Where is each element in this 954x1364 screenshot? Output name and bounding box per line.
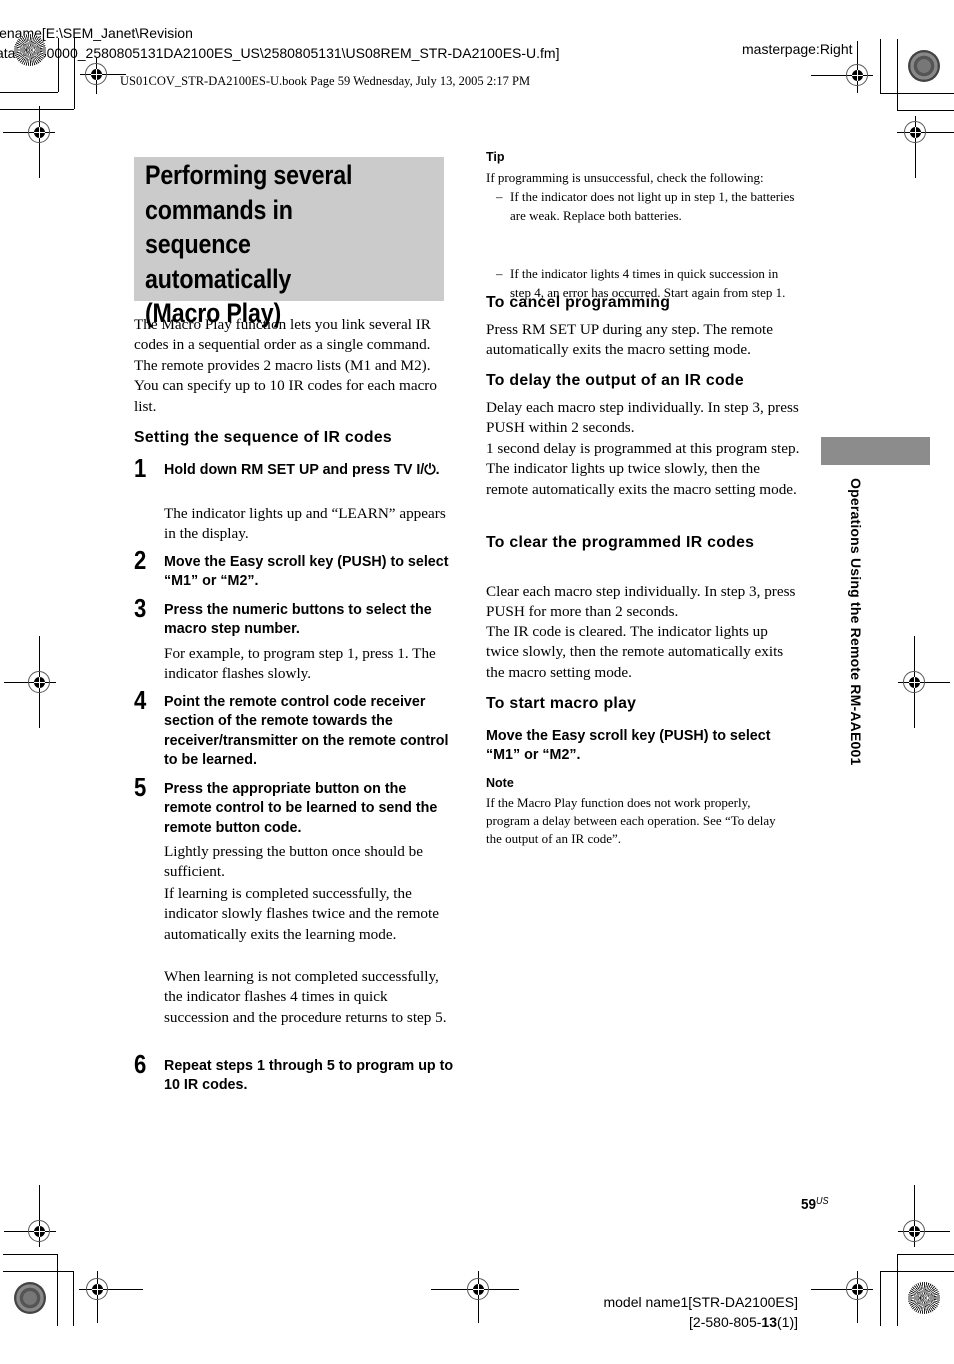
step-number: 6 (134, 1049, 147, 1079)
page-title: Performing several commands in sequence … (145, 158, 403, 331)
section-heading-delay: To delay the output of an IR code (486, 372, 744, 389)
step-instruction: Hold down RM SET UP and press TV I/⏻. (164, 462, 440, 478)
start-instruction: Move the Easy scroll key (PUSH) to selec… (486, 728, 771, 764)
delay-body-1: Delay each macro step individually. In s… (486, 399, 799, 437)
filename-meta: lename[E:\SEM_Janet\Revision ata\!905000… (0, 23, 560, 63)
intro-paragraph: The Macro Play function lets you link se… (134, 316, 437, 415)
tip-intro: If programming is unsuccessful, check th… (486, 170, 764, 185)
book-info: US01COV_STR-DA2100ES-U.book Page 59 Wedn… (120, 74, 531, 88)
filename-line-2: ata\!9050000_2580805131DA2100ES_US\25808… (0, 45, 560, 61)
tip-label: Tip (486, 150, 505, 164)
page-number-value: 59 (801, 1196, 817, 1213)
tip-item: – If the indicator does not light up in … (486, 187, 800, 225)
section-heading-start: To start macro play (486, 695, 637, 712)
section-heading-setting: Setting the sequence of IR codes (134, 429, 393, 446)
model-name: model name1[STR-DA2100ES] (603, 1294, 798, 1310)
color-target-icon (14, 34, 46, 66)
cancel-body: Press RM SET UP during any step. The rem… (486, 321, 773, 359)
tip-item-text: If the indicator does not light up in st… (510, 189, 795, 223)
step-instruction: Move the Easy scroll key (PUSH) to selec… (164, 554, 449, 590)
color-target-icon (908, 1282, 940, 1314)
clear-body-2: The IR code is cleared. The indicator li… (486, 623, 784, 681)
step-detail: Lightly pressing the button once should … (164, 843, 423, 881)
part-code-revision: 13 (761, 1314, 777, 1330)
step-instruction: Repeat steps 1 through 5 to program up t… (164, 1058, 454, 1094)
step-instruction: Press the numeric buttons to select the … (164, 602, 432, 638)
note-body: If the Macro Play function does not work… (486, 795, 776, 846)
dash-bullet: – (496, 266, 503, 281)
step-number: 5 (134, 772, 147, 802)
page-number: 59US (801, 1196, 829, 1213)
dash-bullet: – (496, 189, 503, 204)
color-target-icon (908, 50, 940, 82)
color-target-icon (14, 1282, 46, 1314)
step-number: 3 (134, 593, 147, 623)
step-detail: For example, to program step 1, press 1.… (164, 645, 436, 683)
note-label: Note (486, 776, 514, 790)
title-line: commands in sequence (145, 194, 293, 260)
section-heading-clear: To clear the programmed IR codes (486, 534, 755, 551)
footer-model-info: model name1[STR-DA2100ES] [2-580-805-13(… (603, 1292, 798, 1332)
step-number: 4 (134, 685, 147, 715)
part-code-suffix: (1)] (777, 1314, 798, 1330)
step-number: 2 (134, 545, 147, 575)
clear-body-1: Clear each macro step individually. In s… (486, 583, 796, 621)
step-instruction: Point the remote control code receiver s… (164, 694, 449, 769)
page-number-suffix: US (816, 1196, 829, 1207)
step-detail: The indicator lights up and “LEARN” appe… (164, 505, 446, 543)
masterpage-label: masterpage:Right (742, 41, 853, 57)
step-instruction: Press the appropriate button on the remo… (164, 781, 438, 836)
section-tab-label: Operations Using the Remote RM-AAE001 (848, 478, 864, 766)
step-number: 1 (134, 453, 147, 483)
step-detail: When learning is not completed successfu… (164, 968, 447, 1026)
section-tab (821, 437, 930, 465)
delay-body-2: 1 second delay is programmed at this pro… (486, 440, 800, 498)
title-line: automatically (145, 263, 292, 294)
part-code-prefix: [2-580-805- (689, 1314, 762, 1330)
title-line: Performing several (145, 160, 353, 190)
filename-line-1: lename[E:\SEM_Janet\Revision (0, 25, 193, 41)
section-heading-cancel: To cancel programming (486, 294, 671, 311)
step-detail: If learning is completed successfully, t… (164, 885, 439, 943)
part-code: [2-580-805-13(1)] (603, 1312, 798, 1332)
